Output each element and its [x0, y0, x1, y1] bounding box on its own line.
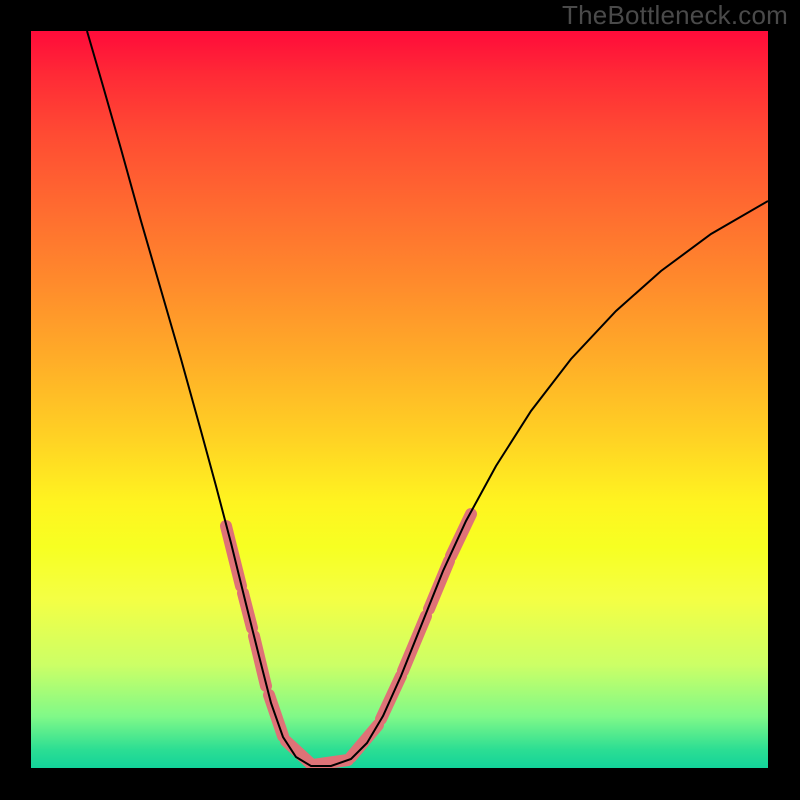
chart-svg [31, 31, 768, 768]
highlight-segment [429, 561, 449, 609]
chart-plot-area [31, 31, 768, 768]
highlight-segment [286, 741, 311, 764]
watermark-text: TheBottleneck.com [562, 0, 788, 31]
highlighted-segments-group [226, 514, 471, 765]
highlight-segment [451, 514, 471, 556]
bottleneck-curve-path [87, 31, 768, 766]
